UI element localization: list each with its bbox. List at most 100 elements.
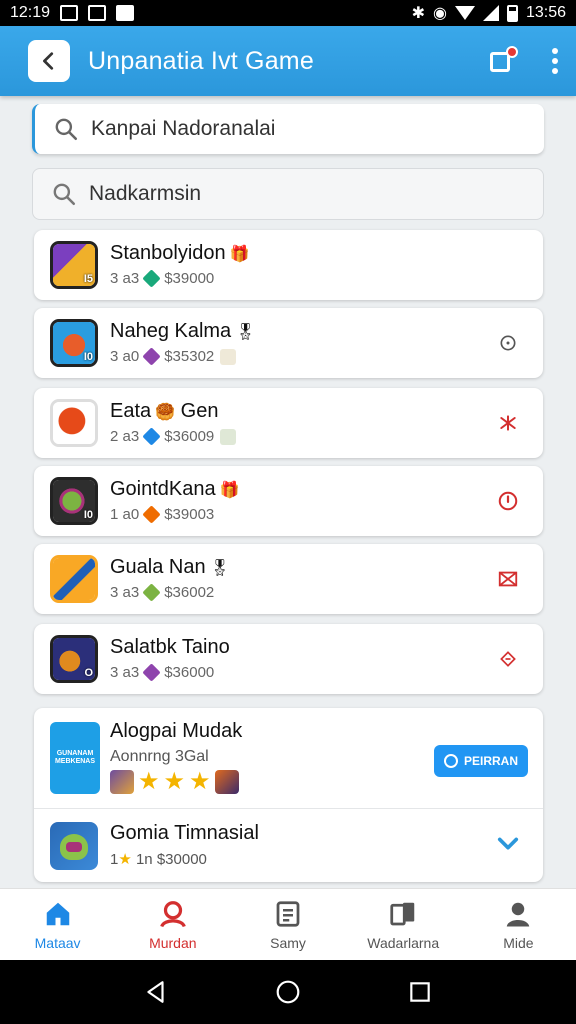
info-button[interactable] bbox=[497, 332, 519, 354]
game-title: Guala Nan 🎖 bbox=[110, 556, 230, 578]
profile-icon bbox=[507, 902, 530, 926]
game-meta: 3 a3 $39000 bbox=[110, 269, 214, 288]
kebab-dot bbox=[552, 68, 558, 74]
battery-icon bbox=[506, 4, 518, 22]
page-title: Unpanatia Ivt Game bbox=[88, 46, 314, 75]
bottom-navigation: Mataav Murdan Samy Wadarlarna Mide bbox=[0, 888, 576, 960]
star-icon: ★ bbox=[163, 768, 186, 795]
timer-button[interactable] bbox=[497, 490, 519, 512]
star-icon: ★ bbox=[138, 768, 160, 795]
install-button[interactable]: PEIRRAN bbox=[434, 745, 528, 777]
game-meta: 1 a0 $39003 bbox=[110, 505, 215, 524]
search-input[interactable]: Kanpai Nadoranalai bbox=[32, 104, 544, 154]
star-icon: ★ bbox=[189, 768, 211, 795]
game-tile-icon bbox=[214, 770, 239, 794]
wifi-icon bbox=[454, 6, 475, 20]
game-thumbnail: I0 bbox=[50, 319, 98, 367]
game-rank: 3 a3 bbox=[110, 270, 140, 287]
game-thumbnail bbox=[50, 555, 98, 603]
refresh-icon bbox=[443, 754, 458, 768]
game-card[interactable]: Eata 🥮 Gen 2 a3 $36009 bbox=[34, 388, 543, 458]
game-rank: 1 a0 bbox=[110, 506, 140, 523]
info-icon bbox=[500, 335, 516, 351]
game-card[interactable]: I0 GointdKana 🎁 1 a0 $39003 bbox=[34, 466, 543, 536]
nav-mide[interactable]: Mide bbox=[461, 889, 576, 960]
nav-label: Mide bbox=[503, 934, 534, 951]
recents-square-icon[interactable] bbox=[407, 979, 433, 1005]
game-thumbnail: I0 bbox=[50, 477, 98, 525]
clock-icon bbox=[498, 491, 518, 511]
nfc-icon: ✱ bbox=[411, 5, 425, 22]
notification-badge bbox=[506, 46, 518, 58]
nav-samy[interactable]: Samy bbox=[230, 889, 345, 960]
gem-icon bbox=[142, 269, 161, 288]
gem-icon bbox=[142, 663, 161, 682]
status-bar: 12:19 ✱ ◉ 13:56 bbox=[0, 0, 576, 26]
home-circle-icon[interactable] bbox=[275, 979, 301, 1005]
pin-button[interactable] bbox=[497, 412, 519, 434]
game-price: $39003 bbox=[164, 506, 215, 523]
back-triangle-icon[interactable] bbox=[143, 979, 169, 1005]
game-meta: 3 a3 $36002 bbox=[110, 583, 215, 602]
game-meta: 1★ 1n $30000 bbox=[110, 851, 207, 868]
game-title: Naheg Kalma 🎖 bbox=[110, 320, 256, 342]
star-icon: ★ bbox=[118, 851, 132, 868]
game-card[interactable]: I5 Stanbolyidon 🎁 3 a3 $39000 bbox=[34, 230, 543, 300]
featured-badges: ★ ★ ★ bbox=[110, 770, 239, 794]
featured-title: Alogpai Mudak bbox=[110, 720, 243, 742]
chevron-down-icon[interactable] bbox=[497, 836, 519, 852]
gem-icon bbox=[142, 347, 161, 366]
nav-label: Wadarlarna bbox=[367, 934, 440, 951]
game-meta: 3 a3 $36000 bbox=[110, 663, 214, 682]
game-card[interactable]: I0 Naheg Kalma 🎖 3 a0 $35302 bbox=[34, 308, 543, 378]
game-card[interactable]: Guala Nan 🎖 3 a3 $36002 bbox=[34, 544, 543, 614]
filter-search-input[interactable]: Nadkarmsin bbox=[32, 168, 544, 220]
game-rank: 2 a3 bbox=[110, 428, 140, 445]
back-button[interactable] bbox=[28, 40, 70, 82]
game-tile-icon bbox=[110, 770, 134, 794]
x-notification-icon bbox=[88, 5, 107, 21]
remove-button[interactable] bbox=[497, 648, 519, 670]
game-title: Stanbolyidon 🎁 bbox=[110, 242, 250, 264]
featured-thumbnail: GUNANAM MEBKENAS bbox=[50, 722, 100, 794]
gift-icon: 🎁 bbox=[229, 246, 250, 263]
nav-label: Mataav bbox=[34, 934, 81, 951]
more-options-button[interactable] bbox=[552, 48, 558, 74]
nav-murdan[interactable]: Murdan bbox=[115, 889, 230, 960]
medal-icon: 🎖 bbox=[235, 324, 256, 341]
kebab-dot bbox=[552, 48, 558, 54]
game-thumbnail: O bbox=[50, 635, 98, 683]
message-button[interactable] bbox=[497, 568, 519, 590]
game-price: $35302 bbox=[164, 348, 215, 365]
game-meta: 2 a3 $36009 bbox=[110, 427, 237, 446]
game-thumbnail bbox=[50, 822, 98, 870]
home-icon bbox=[46, 902, 69, 925]
install-button-label: PEIRRAN bbox=[463, 754, 518, 768]
hotspot-icon: ◉ bbox=[432, 5, 447, 22]
mail-icon bbox=[498, 571, 518, 587]
game-rank: 3 a3 bbox=[110, 664, 140, 681]
minus-diamond-icon bbox=[500, 651, 516, 667]
gift-icon: 🎁 bbox=[219, 482, 240, 499]
filter-search-value: Nadkarmsin bbox=[89, 182, 202, 205]
gallery-notification-icon bbox=[60, 5, 79, 21]
status-time-left: 12:19 bbox=[10, 4, 51, 21]
coin-icon bbox=[220, 348, 237, 365]
game-thumbnail bbox=[50, 399, 98, 447]
nav-wadarlarna[interactable]: Wadarlarna bbox=[346, 889, 461, 960]
pin-icon bbox=[500, 415, 516, 431]
nav-home[interactable]: Mataav bbox=[0, 889, 115, 960]
search-icon bbox=[53, 183, 76, 206]
cards-icon bbox=[390, 902, 415, 925]
game-price: $36002 bbox=[164, 584, 215, 601]
notifications-button[interactable] bbox=[488, 46, 518, 74]
cake-icon: 🥮 bbox=[155, 404, 176, 421]
game-card[interactable]: O Salatbk Taino 3 a3 $36000 bbox=[34, 624, 543, 694]
signal-icon bbox=[482, 5, 499, 21]
gem-icon bbox=[142, 427, 161, 446]
game-meta: 3 a0 $35302 bbox=[110, 347, 237, 366]
featured-subtitle: Aonnrng 3Gal bbox=[110, 748, 209, 765]
nav-label: Murdan bbox=[149, 934, 197, 951]
medal-icon: 🎖 bbox=[209, 560, 230, 577]
game-title: GointdKana 🎁 bbox=[110, 478, 240, 500]
